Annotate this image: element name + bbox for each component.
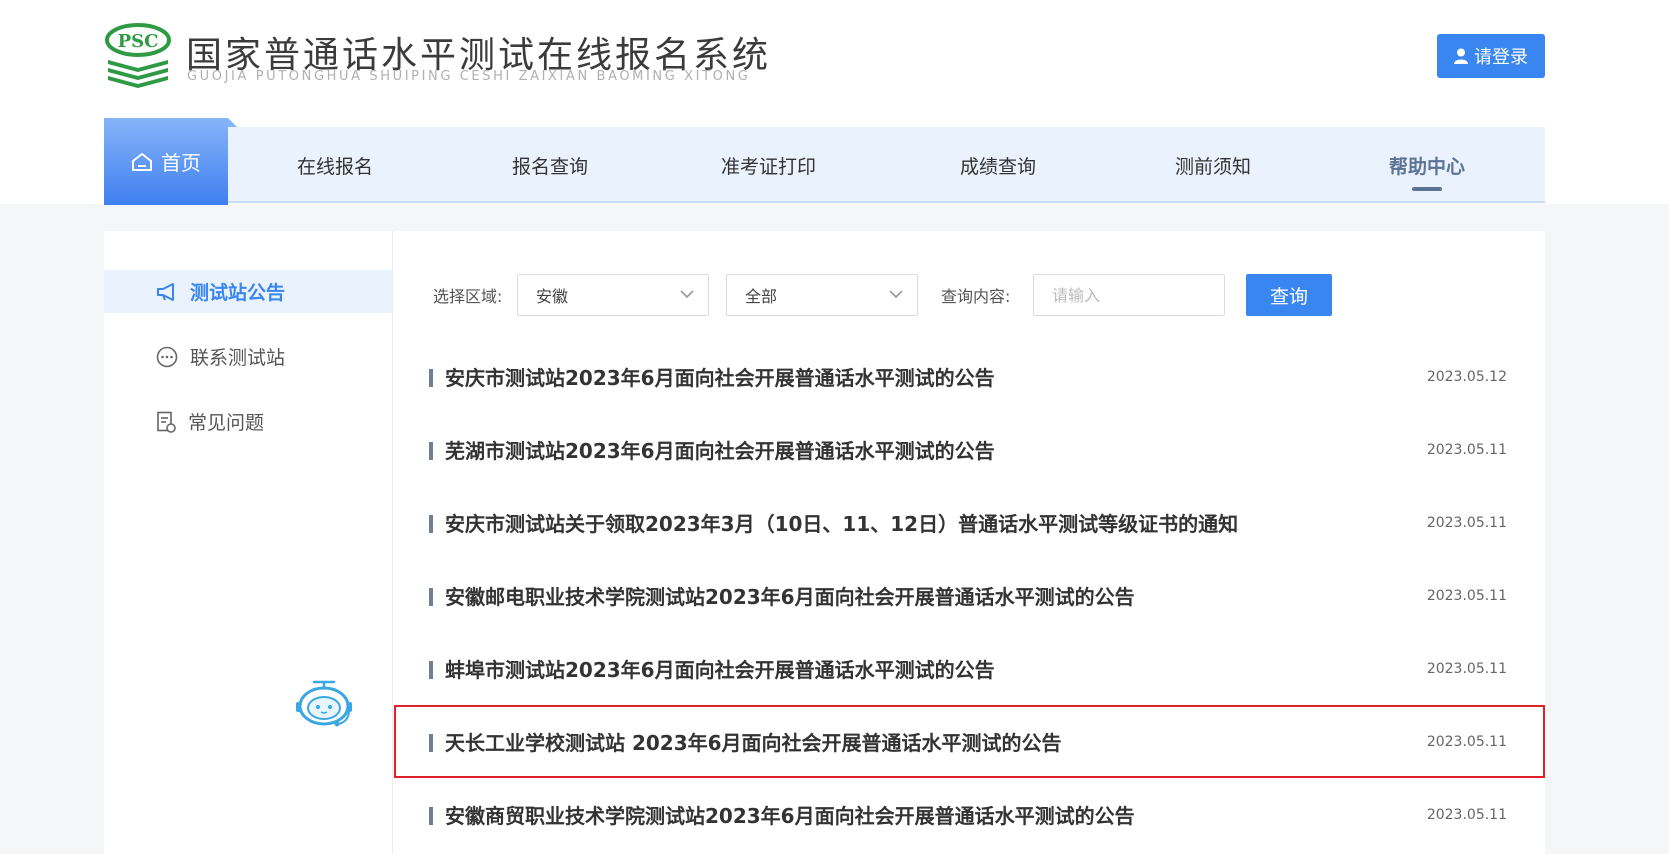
logo-text: PSC xyxy=(118,31,159,52)
region-select[interactable]: 安徽 xyxy=(517,274,709,316)
search-button[interactable]: 查询 xyxy=(1246,274,1332,316)
announcement-row-highlighted[interactable]: 天长工业学校测试站 2023年6月面向社会开展普通话水平测试的公告 2023.0… xyxy=(394,705,1545,778)
sidebar-item-faq[interactable]: 常见问题 xyxy=(104,400,392,443)
content-panel: 测试站公告 联系测试站 常见问题 选择区域: 安徽 全部 查询内容: 请输入 查… xyxy=(104,231,1545,854)
chat-robot-icon[interactable] xyxy=(292,678,356,730)
announcement-title[interactable]: 安庆市测试站2023年6月面向社会开展普通话水平测试的公告 xyxy=(445,362,995,391)
sidebar-item-station-announcements[interactable]: 测试站公告 xyxy=(104,270,392,313)
announcement-date: 2023.05.11 xyxy=(1426,514,1507,531)
sidebar-item-label: 常见问题 xyxy=(188,412,265,434)
user-icon xyxy=(1454,48,1468,64)
row-marker xyxy=(429,734,433,752)
category-select[interactable]: 全部 xyxy=(726,274,918,316)
row-marker xyxy=(429,661,433,679)
announcement-title[interactable]: 安徽邮电职业技术学院测试站2023年6月面向社会开展普通话水平测试的公告 xyxy=(445,581,1135,610)
announcement-row[interactable]: 蚌埠市测试站2023年6月面向社会开展普通话水平测试的公告 2023.05.11 xyxy=(394,632,1545,705)
announcement-row[interactable]: 芜湖市测试站2023年6月面向社会开展普通话水平测试的公告 2023.05.11 xyxy=(394,413,1545,486)
megaphone-icon xyxy=(157,282,174,301)
sidebar-item-label: 测试站公告 xyxy=(190,282,286,304)
query-input[interactable] xyxy=(1033,274,1225,316)
psc-logo-icon: PSC xyxy=(105,23,171,88)
row-marker xyxy=(429,515,433,533)
login-button[interactable]: 请登录 xyxy=(1437,34,1545,78)
row-marker xyxy=(429,369,433,387)
sidebar-item-label: 联系测试站 xyxy=(190,347,286,369)
sidebar: 测试站公告 联系测试站 常见问题 xyxy=(104,231,393,854)
home-icon xyxy=(132,152,152,171)
chat-icon xyxy=(156,346,178,367)
announcement-title[interactable]: 安庆市测试站关于领取2023年3月（10日、11、12日）普通话水平测试等级证书… xyxy=(445,508,1238,537)
announcement-date: 2023.05.11 xyxy=(1426,733,1507,750)
region-select-value: 安徽 xyxy=(536,287,569,306)
announcement-list: 安庆市测试站2023年6月面向社会开展普通话水平测试的公告 2023.05.12… xyxy=(394,340,1545,851)
login-label: 请登录 xyxy=(1474,47,1528,68)
nav-home[interactable]: 首页 xyxy=(104,118,237,205)
announcement-date: 2023.05.11 xyxy=(1426,441,1507,458)
nav-item-pretest-notice[interactable]: 测前须知 xyxy=(1175,127,1251,203)
chevron-down-icon xyxy=(680,290,694,299)
region-label: 选择区域: xyxy=(433,287,503,306)
announcement-row[interactable]: 安徽邮电职业技术学院测试站2023年6月面向社会开展普通话水平测试的公告 202… xyxy=(394,559,1545,632)
query-label: 查询内容: xyxy=(941,287,1011,306)
announcement-row[interactable]: 安庆市测试站关于领取2023年3月（10日、11、12日）普通话水平测试等级证书… xyxy=(394,486,1545,559)
row-marker xyxy=(429,807,433,825)
nav-item-admission-ticket[interactable]: 准考证打印 xyxy=(721,127,816,203)
announcement-date: 2023.05.11 xyxy=(1426,660,1507,677)
category-select-value: 全部 xyxy=(745,287,778,306)
chevron-down-icon xyxy=(889,290,903,299)
nav-item-score-query[interactable]: 成绩查询 xyxy=(960,127,1036,203)
announcement-date: 2023.05.11 xyxy=(1426,587,1507,604)
announcement-title[interactable]: 芜湖市测试站2023年6月面向社会开展普通话水平测试的公告 xyxy=(445,435,995,464)
nav-item-help-center[interactable]: 帮助中心 xyxy=(1389,127,1465,203)
announcement-row[interactable]: 安庆市测试站2023年6月面向社会开展普通话水平测试的公告 2023.05.12 xyxy=(394,340,1545,413)
sidebar-item-contact-station[interactable]: 联系测试站 xyxy=(104,335,392,378)
faq-document-icon xyxy=(157,411,176,433)
announcement-date: 2023.05.12 xyxy=(1426,368,1507,385)
nav-home-label: 首页 xyxy=(161,151,201,175)
nav-item-online-registration[interactable]: 在线报名 xyxy=(297,127,373,203)
announcement-row[interactable]: 安徽商贸职业技术学院测试站2023年6月面向社会开展普通话水平测试的公告 202… xyxy=(394,778,1545,851)
header: PSC 国家普通话水平测试在线报名系统 GUOJIA PUTONGHUA SHU… xyxy=(0,0,1669,205)
announcement-title[interactable]: 天长工业学校测试站 2023年6月面向社会开展普通话水平测试的公告 xyxy=(445,727,1062,756)
announcement-title[interactable]: 安徽商贸职业技术学院测试站2023年6月面向社会开展普通话水平测试的公告 xyxy=(445,800,1135,829)
nav-item-registration-query[interactable]: 报名查询 xyxy=(512,127,588,203)
site-subtitle: GUOJIA PUTONGHUA SHUIPING CESHI ZAIXIAN … xyxy=(187,69,751,84)
announcement-date: 2023.05.11 xyxy=(1426,806,1507,823)
row-marker xyxy=(429,442,433,460)
main-nav: 首页 在线报名 报名查询 准考证打印 成绩查询 测前须知 帮助中心 xyxy=(104,118,1545,205)
row-marker xyxy=(429,588,433,606)
announcement-title[interactable]: 蚌埠市测试站2023年6月面向社会开展普通话水平测试的公告 xyxy=(445,654,995,683)
